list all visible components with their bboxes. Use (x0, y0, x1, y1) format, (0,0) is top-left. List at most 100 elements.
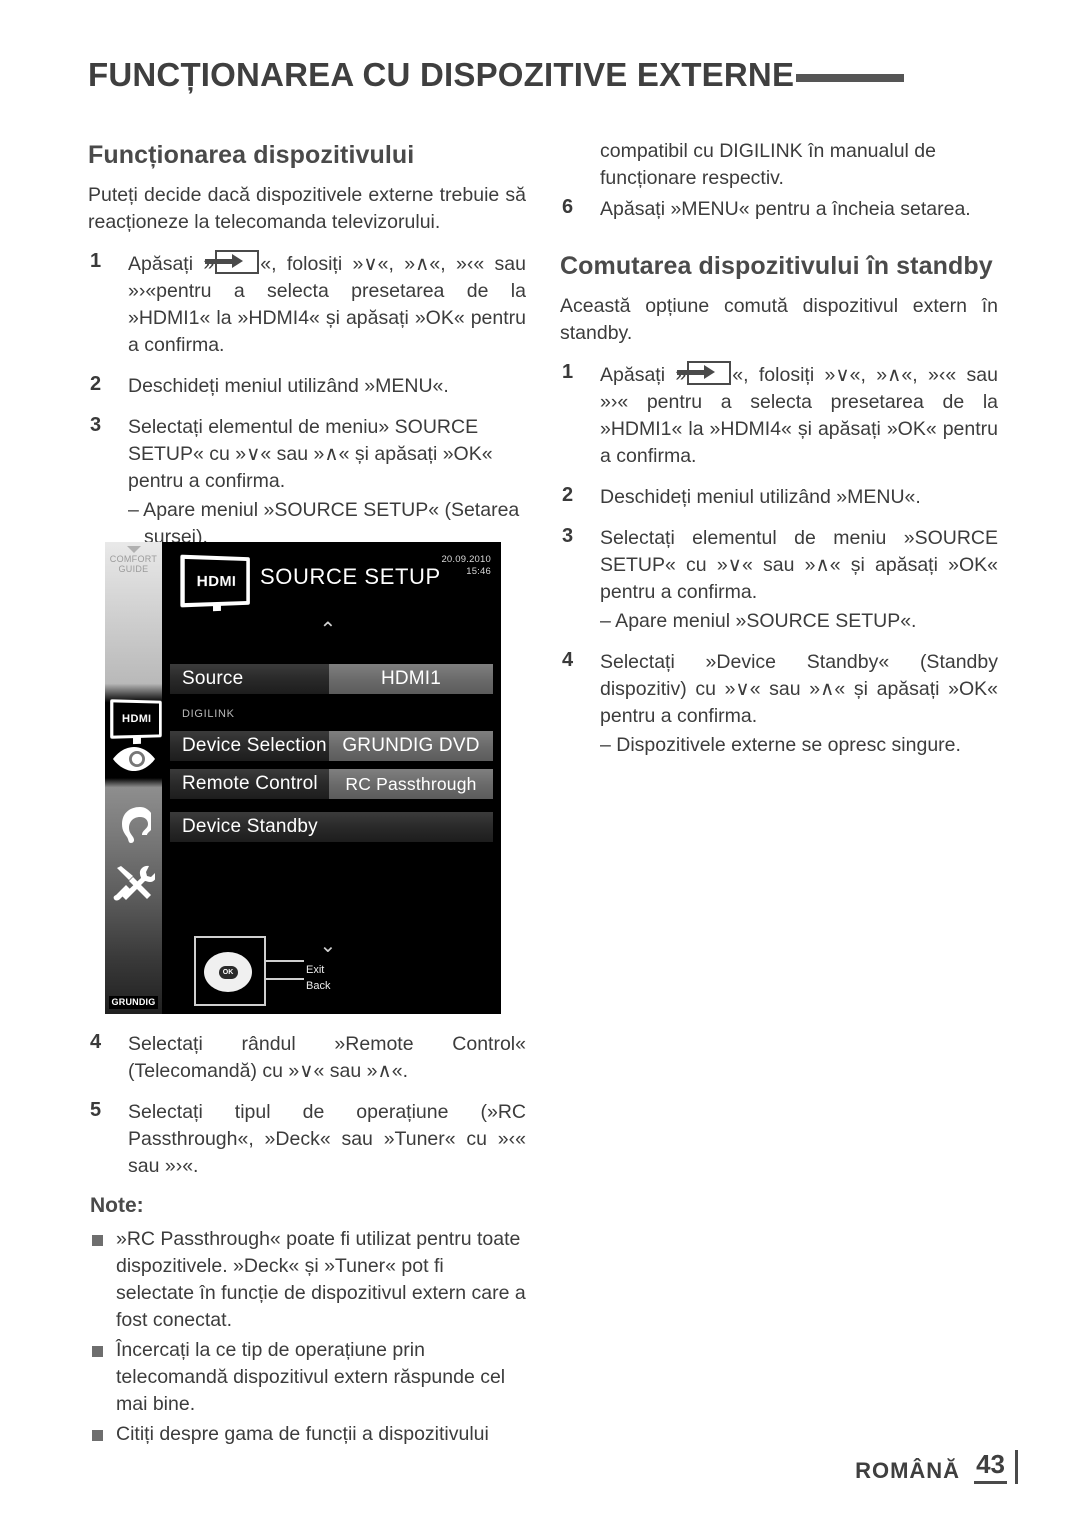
remote-ok-button: OK (218, 965, 238, 979)
right-continued-paragraph: compatibil cu DIGILINK în manualul de fu… (600, 140, 936, 189)
footer-bar (1015, 1450, 1018, 1484)
monitor-stand (133, 734, 141, 745)
tools-icon (113, 865, 157, 901)
step-item: 1 Apăsați » «, folosiți »∨«, »∧«, »‹« sau… (560, 361, 998, 470)
tv-menu-sidebar (105, 542, 162, 1014)
section-title-right: Comutarea dispozitivului în standby (560, 252, 993, 280)
note-list-item: Încercați la ce tip de operațiune prin t… (88, 1337, 526, 1418)
step-item: 6 Apăsați »MENU« pentru a încheia setare… (560, 196, 998, 223)
step-text: Selectați tipul de operațiune (»RC Passt… (128, 1101, 526, 1177)
hdmi-icon-caption: HDMI (121, 712, 152, 726)
step-item: 3 Selectați elementul de meniu »SOURCE S… (560, 525, 998, 635)
menu-row-label: Source (182, 668, 244, 689)
step-text: Deschideți meniul utilizând »MENU«. (128, 375, 449, 397)
step-number: 1 (562, 361, 574, 383)
tv-menu-title: SOURCE SETUP (260, 564, 441, 589)
note-list-item: Citiți despre gama de funcții a dispozit… (88, 1421, 526, 1448)
page-header: FUNCȚIONAREA CU DISPOZITIVE EXTERNE (88, 52, 1018, 98)
step-text: Deschideți meniul utilizând »MENU«. (600, 486, 921, 508)
document-page: FUNCȚIONAREA CU DISPOZITIVE EXTERNE Func… (0, 0, 1080, 1532)
menu-group-label-digilink: DIGILINK (182, 708, 235, 720)
sidebar-item-hdmi[interactable]: HDMI (110, 699, 162, 745)
step-text: Selectați elementul de meniu »SOURCE SET… (600, 527, 998, 603)
menu-row-device-standby[interactable]: Device Standby (170, 812, 493, 842)
step-item: 2 Deschideți meniul utilizând »MENU«. (88, 373, 526, 400)
footer-language: ROMÂNĂ (855, 1458, 961, 1483)
step-number: 5 (90, 1099, 102, 1121)
remote-hint-leader-lines (264, 956, 304, 990)
step-text-before-icon: Apăsați » (128, 253, 215, 275)
page-footer: ROMÂNĂ 43 (855, 1449, 1018, 1484)
hint-exit-label: Exit (306, 964, 325, 976)
tv-menu-main-panel: HDMI SOURCE SETUP 20.09.2010 15:46 ⌃ Sou… (162, 542, 501, 1014)
source-arrow-icon (205, 250, 260, 274)
step-text: Apăsați » «, folosiți »∨«, »∧«, »‹« sau »… (128, 250, 526, 359)
menu-row-value[interactable]: GRUNDIG DVD (329, 731, 493, 761)
step-item: 5 Selectați tipul de operațiune (»RC Pas… (88, 1099, 526, 1180)
remote-control-hint: OK Exit Back (178, 936, 378, 1010)
hdmi-monitor-icon-large: HDMI (180, 554, 250, 612)
eye-icon (112, 747, 155, 771)
step-item: 4 Selectați rândul »Remote Control« (Tel… (88, 1031, 526, 1085)
step-item: 3 Selectați elementul de meniu» SOURCE S… (88, 414, 526, 551)
step-number: 6 (562, 196, 574, 218)
remote-dpad-icon: OK (204, 952, 252, 992)
menu-row-device-selection[interactable]: Device Selection GRUNDIG DVD (170, 731, 493, 761)
note-heading: Note: (90, 1194, 144, 1217)
step-item: 4 Selectați »Device Standby« (Standby di… (560, 649, 998, 759)
hint-back-label: Back (306, 980, 331, 992)
step-number: 2 (90, 373, 102, 395)
hdmi-monitor-icon: HDMI (110, 699, 162, 745)
step-number: 2 (562, 484, 574, 506)
menu-row-label: Remote Control (182, 773, 318, 794)
comfort-guide-line1: COMFORT (109, 554, 158, 564)
comfort-guide-line2: GUIDE (118, 564, 149, 574)
source-arrow-icon (677, 361, 732, 385)
menu-row-remote-control[interactable]: Remote Control RC Passthrough (170, 769, 493, 799)
left-intro-paragraph: Puteți decide dacă dispozitivele externe… (88, 184, 526, 233)
tv-menu-screenshot: COMFORT GUIDE HDMI GRUNDIG HDMI SOURCE S… (105, 542, 501, 1014)
note-text: Încercați la ce tip de operațiune prin t… (116, 1339, 506, 1415)
step-number: 1 (90, 250, 102, 272)
hdmi-logo-caption: HDMI (196, 572, 237, 590)
comfort-guide-label: COMFORT GUIDE (105, 546, 162, 574)
step-text: Apăsați »MENU« pentru a încheia setarea. (600, 198, 971, 220)
step-text: Apăsați » «, folosiți »∨«, »∧«, »‹« sau »… (600, 361, 998, 470)
note-text: Citiți despre gama de funcții a dispozit… (116, 1423, 489, 1445)
bullet-square-icon (92, 1235, 103, 1246)
chevron-up-icon[interactable]: ⌃ (320, 620, 337, 640)
tv-menu-datetime: 20.09.2010 15:46 (441, 554, 491, 578)
step-text: Selectați rândul »Remote Control« (Telec… (128, 1033, 526, 1082)
menu-row-source[interactable]: Source HDMI1 (170, 664, 493, 694)
bullet-square-icon (92, 1430, 103, 1441)
menu-row-value[interactable]: HDMI1 (329, 664, 493, 694)
remote-hint-labels: Exit Back (306, 962, 330, 994)
step-item: 1 Apăsați » «, folosiți »∨«, »∧«, »‹« sau… (88, 250, 526, 359)
note-text: »RC Passthrough« poate fi utilizat pentr… (116, 1228, 526, 1331)
menu-row-value[interactable]: RC Passthrough (329, 769, 493, 799)
sidebar-item-settings[interactable] (105, 864, 162, 909)
step-subtext: – Dispozitivele externe se opresc singur… (600, 734, 961, 756)
header-rule (796, 74, 905, 82)
step-text-before-icon: Apăsați » (600, 364, 687, 386)
step-item: 2 Deschideți meniul utilizând »MENU«. (560, 484, 998, 511)
menu-row-label: Device Standby (182, 816, 318, 837)
right-intro-paragraph: Această opțiune comută dispozitivul exte… (560, 295, 998, 344)
grundig-logo: GRUNDIG (109, 996, 158, 1009)
bullet-square-icon (92, 1346, 103, 1357)
sidebar-item-picture[interactable] (105, 746, 162, 777)
tv-menu-date: 20.09.2010 (441, 554, 491, 565)
tv-menu-time: 15:46 (466, 566, 491, 577)
right-column: compatibil cu DIGILINK în manualul de fu… (560, 138, 998, 773)
step-number: 4 (562, 649, 574, 671)
step-text: Selectați »Device Standby« (Standby disp… (600, 651, 998, 727)
section-title-left: Funcționarea dispozitivului (88, 141, 415, 169)
step-number: 3 (90, 414, 102, 436)
step-text: Selectați elementul de meniu» SOURCE SET… (128, 416, 493, 492)
step-number: 3 (562, 525, 574, 547)
menu-hdmi-logo: HDMI (180, 554, 250, 612)
page-title: FUNCȚIONAREA CU DISPOZITIVE EXTERNE (88, 56, 795, 93)
triangle-up-icon (126, 546, 141, 553)
sidebar-item-sound[interactable] (105, 804, 162, 851)
note-list-item: »RC Passthrough« poate fi utilizat pentr… (88, 1226, 526, 1334)
